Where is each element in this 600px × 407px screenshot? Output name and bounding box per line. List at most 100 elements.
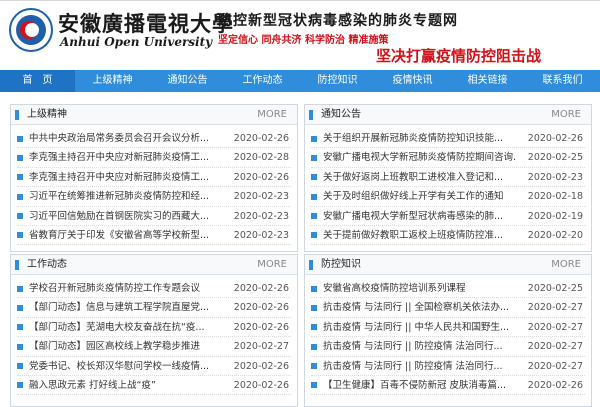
panel-marker-icon [15,110,19,120]
bullet-icon [311,343,317,350]
banner-slogan: 坚决打赢疫情防控阻击战 [376,47,542,65]
bullet-icon [311,193,317,200]
news-title-link[interactable]: 关于做好返岗上班教职工进校准入登记和... [323,168,517,186]
bullet-icon [17,193,23,200]
news-date: 2020-02-27 [527,302,583,314]
panel-superior-spirit: 上级精神 MORE 中共中央政治局常务委员会召开会议分析... 2020-02-2… [10,104,298,252]
news-title-link[interactable]: 关于提前做好教职工返校上班疫情防控准... [323,226,517,244]
list-item: 省教育厅关于印发《安徽省高等学校新型... 2020-02-23 [17,226,291,246]
news-date: 2020-02-23 [527,171,583,183]
news-date: 2020-02-25 [527,283,583,294]
nav-home[interactable]: 首 页 [0,70,75,92]
news-date: 2020-02-28 [233,152,289,164]
nav-superior-spirit[interactable]: 上级精神 [75,70,150,92]
list-item: 习近平在统筹推进新冠肺炎疫情防控和经... 2020-02-23 [17,187,291,207]
news-title-link[interactable]: 安徽省高校疫情防控培训系列课程 [323,279,517,297]
news-title-link[interactable]: 【部门动态】信息与建筑工程学院直屋党... [29,298,223,316]
news-title-link[interactable]: 融入思政元素 打好线上战“疫” [29,376,223,394]
news-date: 2020-02-26 [233,321,289,333]
bullet-icon [311,363,317,370]
news-date: 2020-02-27 [527,321,583,333]
news-title-link[interactable]: 【部门动态】芜湖电大校友奋战在抗“疫... [29,318,223,336]
news-title-link[interactable]: 抗击疫情 与法同行 || 中华人民共和国野生... [323,318,517,336]
bullet-icon [311,324,317,331]
more-link[interactable]: MORE [257,255,287,275]
news-date: 2020-02-26 [233,360,289,372]
news-date: 2020-02-27 [527,360,583,372]
panel-marker-icon [15,260,19,270]
panel-work-news: 工作动态 MORE 学校召开新冠肺炎疫情防控工作专题会议 2020-02-26 【… [10,254,298,407]
university-emblem-icon[interactable] [8,7,54,53]
bullet-icon [17,135,23,142]
news-title-link[interactable]: 安徽广播电视大学新冠肺炎疫情防控期间咨询... [323,148,517,166]
panel-header: 防控知识 MORE [305,255,591,275]
news-date: 2020-02-27 [527,341,583,353]
news-title-link[interactable]: 学校召开新冠肺炎疫情防控工作专题会议 [29,279,223,297]
news-title-link[interactable]: 抗击疫情 与法同行 || 防控疫情 法治同行... [323,337,517,355]
news-list: 关于组织开展新冠肺炎疫情防控知识技能... 2020-02-26 安徽广播电视大学… [305,125,591,246]
news-date: 2020-02-19 [527,210,583,222]
panel-header: 工作动态 MORE [11,255,297,275]
list-item: 安徽省高校疫情防控培训系列课程 2020-02-25 [311,279,585,299]
list-item: 关于做好返岗上班教职工进校准入登记和... 2020-02-23 [311,168,585,188]
nav-work-news[interactable]: 工作动态 [225,70,300,92]
news-title-link[interactable]: 【部门动态】园区高校线上教学稳步推进 [29,337,223,355]
news-date: 2020-02-23 [233,210,289,222]
bullet-icon [311,232,317,239]
news-title-link[interactable]: 中共中央政治局常务委员会召开会议分析... [29,129,223,147]
list-item: 抗击疫情 与法同行 || 中华人民共和国野生... 2020-02-27 [311,318,585,338]
news-title-link[interactable]: 习近平在统筹推进新冠肺炎疫情防控和经... [29,187,223,205]
topic-title: 防控新型冠状病毒感染的肺炎专题网 [218,13,458,29]
bullet-icon [311,213,317,220]
panel-title: 防控知识 [321,259,361,270]
more-link[interactable]: MORE [551,255,581,275]
news-title-link[interactable]: 安徽广播电视大学新型冠状病毒感染的肺... [323,207,517,225]
list-item: 关于及时组织做好线上开学有关工作的通知 2020-02-18 [311,187,585,207]
bullet-icon [17,304,23,311]
news-list: 学校召开新冠肺炎疫情防控工作专题会议 2020-02-26 【部门动态】信息与建筑… [11,275,297,396]
list-item: 李克强主持召开中央应对新冠肺炎疫情工... 2020-02-26 [17,168,291,188]
news-title-link[interactable]: 关于组织开展新冠肺炎疫情防控知识技能... [323,129,517,147]
more-link[interactable]: MORE [551,105,581,125]
slogan-line: 坚定信心 同舟共济 科学防治 精准施策 [218,35,389,46]
bullet-icon [17,343,23,350]
news-title-link[interactable]: 【卫生健康】百毒不侵防新冠 皮肤消毒篇... [323,376,517,394]
nav-contact-us[interactable]: 联系我们 [525,70,600,92]
bullet-icon [17,324,23,331]
panel-title: 通知公告 [321,109,361,120]
panel-notices: 通知公告 MORE 关于组织开展新冠肺炎疫情防控知识技能... 2020-02-2… [304,104,592,252]
nav-related-links[interactable]: 相关链接 [450,70,525,92]
nav-notices[interactable]: 通知公告 [150,70,225,92]
news-title-link[interactable]: 党委书记、校长郑汉华慰问学校一线疫情... [29,357,223,375]
bullet-icon [17,213,23,220]
list-item: 【部门动态】园区高校线上教学稳步推进 2020-02-27 [17,337,291,357]
news-title-link[interactable]: 习近平回信勉励在首钢医院实习的西藏大... [29,207,223,225]
university-name: 安徽廣播電視大學 [58,11,234,36]
news-title-link[interactable]: 李克强主持召开中央应对新冠肺炎疫情工... [29,148,223,166]
news-title-link[interactable]: 李克强主持召开中央应对新冠肺炎疫情工... [29,168,223,186]
content-spacer [0,92,600,104]
news-title-link[interactable]: 抗击疫情 与法同行 || 全国检察机关依法办... [323,298,517,316]
list-item: 抗击疫情 与法同行 || 全国检察机关依法办... 2020-02-27 [311,298,585,318]
news-date: 2020-02-20 [527,229,583,241]
panel-header: 上级精神 MORE [11,105,297,125]
more-link[interactable]: MORE [257,105,287,125]
list-item: 抗击疫情 与法同行 || 防控疫情 法治同行... 2020-02-27 [311,337,585,357]
list-item: 抗击疫情 与法同行 || 防控疫情 法治同行... 2020-02-27 [311,357,585,376]
nav-epidemic-news[interactable]: 疫情快讯 [375,70,450,92]
bullet-icon [17,232,23,239]
news-list: 中共中央政治局常务委员会召开会议分析... 2020-02-26 李克强主持召开中… [11,125,297,246]
list-item: 安徽广播电视大学新冠肺炎疫情防控期间咨询... 2020-02-25 [311,148,585,168]
news-date: 2020-02-26 [233,283,289,294]
list-item: 关于组织开展新冠肺炎疫情防控知识技能... 2020-02-26 [311,129,585,149]
news-title-link[interactable]: 省教育厅关于印发《安徽省高等学校新型... [29,226,223,244]
list-item: 李克强主持召开中央应对新冠肺炎疫情工... 2020-02-28 [17,148,291,168]
list-item: 中共中央政治局常务委员会召开会议分析... 2020-02-26 [17,129,291,149]
news-title-link[interactable]: 抗击疫情 与法同行 || 防控疫情 法治同行... [323,357,517,375]
list-item: 【部门动态】信息与建筑工程学院直屋党... 2020-02-26 [17,298,291,318]
panel-prevention-knowledge: 防控知识 MORE 安徽省高校疫情防控培训系列课程 2020-02-25 抗击疫情… [304,254,592,407]
nav-prevention-knowledge[interactable]: 防控知识 [300,70,375,92]
news-date: 2020-02-25 [527,152,583,164]
news-list: 安徽省高校疫情防控培训系列课程 2020-02-25 抗击疫情 与法同行 || 全… [305,275,591,396]
news-title-link[interactable]: 关于及时组织做好线上开学有关工作的通知 [323,187,517,205]
